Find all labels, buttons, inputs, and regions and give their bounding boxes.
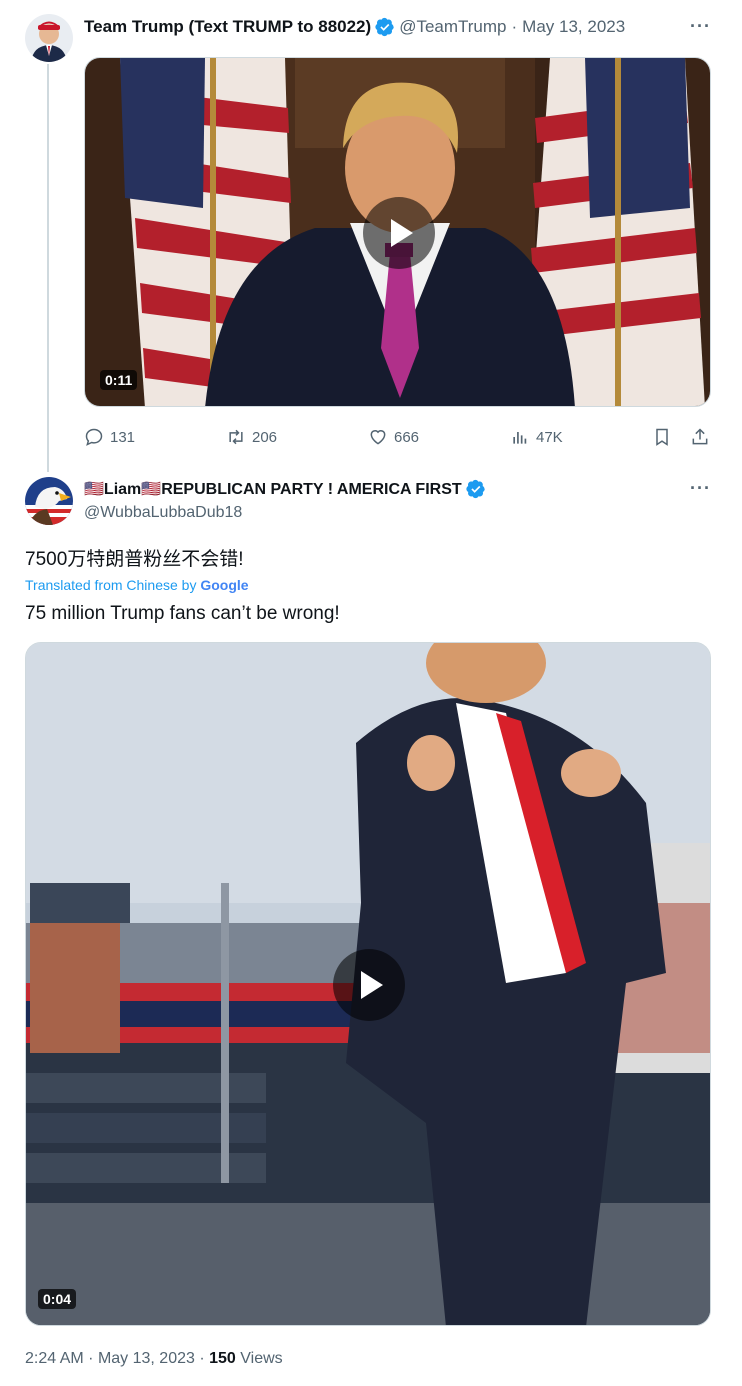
- tweet1-action-bar: 131 206 666 47K: [84, 425, 714, 449]
- bookmark-button[interactable]: [652, 427, 672, 447]
- play-icon[interactable]: [333, 949, 405, 1021]
- reply-count: 131: [110, 428, 136, 446]
- tweet2-video-duration: 0:04: [38, 1289, 77, 1309]
- tweet2-date[interactable]: May 13, 2023: [98, 1350, 195, 1367]
- views-button[interactable]: 47K: [510, 427, 563, 447]
- google-logo: Google: [200, 577, 249, 593]
- tweet2-display-name[interactable]: 🇺🇸Liam🇺🇸REPUBLICAN PARTY ! AMERICA FIRST: [84, 479, 462, 499]
- tweet2-video[interactable]: 0:04: [25, 642, 711, 1326]
- tweet2-time[interactable]: 2:24 AM: [25, 1350, 84, 1367]
- tweet2-more-button[interactable]: ···: [690, 478, 711, 499]
- tweet2-original-text: 7500万特朗普粉丝不会错!: [25, 549, 244, 570]
- tweet1-video[interactable]: 0:11: [84, 57, 711, 407]
- tweet2-views-count: 150: [209, 1350, 236, 1367]
- tweet2-handle[interactable]: @WubbaLubbaDub18: [84, 504, 242, 522]
- tweet1-display-name[interactable]: Team Trump (Text TRUMP to 88022): [84, 17, 371, 37]
- avatar-team-trump[interactable]: [25, 14, 73, 62]
- retweet-button[interactable]: 206: [226, 427, 277, 447]
- tweet2-translated-text: 75 million Trump fans can’t be wrong!: [25, 603, 340, 624]
- share-button[interactable]: [690, 427, 710, 447]
- tweet2-header: 🇺🇸Liam🇺🇸REPUBLICAN PARTY ! AMERICA FIRST: [84, 478, 684, 500]
- views-icon: [513, 432, 527, 444]
- share-icon: [692, 428, 708, 445]
- like-icon: [370, 430, 386, 445]
- views-count: 47K: [536, 428, 563, 446]
- translation-note[interactable]: Translated from Chinese by Google: [25, 577, 249, 593]
- reply-button[interactable]: 131: [84, 427, 135, 447]
- tweet2-footer: 2:24 AM · May 13, 2023 · 150 Views: [25, 1350, 283, 1368]
- footer-separator-2: ·: [199, 1350, 205, 1367]
- verified-badge-icon: [466, 479, 486, 499]
- tweet1-date[interactable]: May 13, 2023: [522, 17, 625, 37]
- tweet1-handle[interactable]: @TeamTrump: [399, 17, 506, 37]
- verified-badge-icon: [375, 17, 395, 37]
- tweet1-separator: ·: [511, 17, 518, 36]
- footer-separator: ·: [88, 1350, 94, 1367]
- tweet2-views-label: Views: [240, 1350, 283, 1367]
- retweet-count: 206: [252, 428, 278, 446]
- bookmark-icon: [656, 428, 668, 446]
- like-count: 666: [394, 428, 420, 446]
- retweet-icon: [229, 429, 243, 445]
- avatar-liam[interactable]: [25, 477, 73, 525]
- like-button[interactable]: 666: [368, 427, 419, 447]
- thread-connector-line: [47, 64, 49, 472]
- tweet1-video-duration: 0:11: [100, 370, 138, 390]
- reply-icon: [85, 428, 103, 446]
- play-icon[interactable]: [363, 197, 435, 269]
- tweet1-more-button[interactable]: ···: [690, 16, 711, 37]
- translated-prefix: Translated from Chinese by: [25, 577, 197, 593]
- tweet1-header: Team Trump (Text TRUMP to 88022) @TeamTr…: [84, 16, 714, 38]
